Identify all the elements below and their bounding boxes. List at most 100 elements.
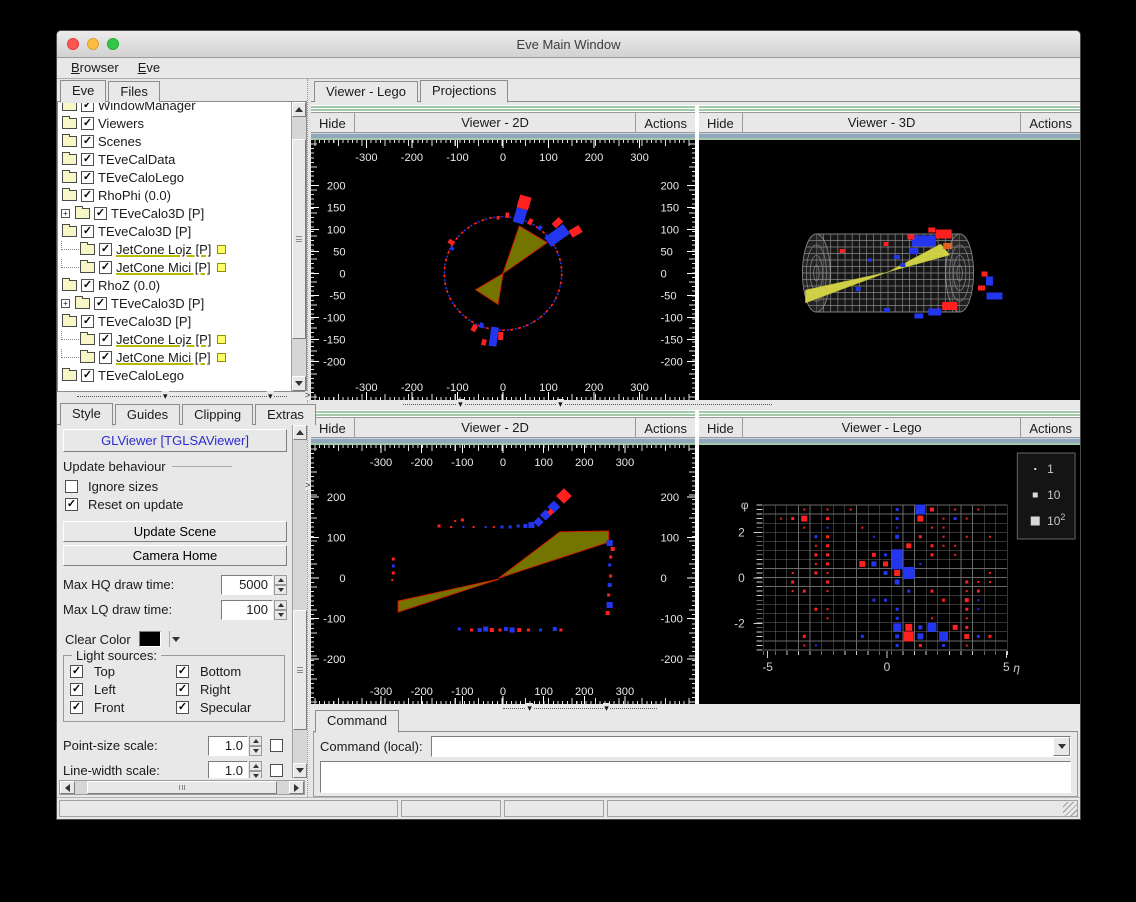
light-source-check[interactable]: ✓Bottom — [176, 664, 278, 679]
tree-item[interactable]: ✓RhoPhi (0.0) — [61, 186, 291, 204]
number-field[interactable]: 1.0 — [208, 736, 248, 756]
actions-button[interactable]: Actions — [635, 418, 695, 437]
gl-viewport[interactable]: -300-300-200-200-100-1000010010020020030… — [311, 140, 695, 400]
gl-viewport[interactable] — [699, 140, 1080, 400]
expand-icon[interactable]: + — [61, 209, 70, 218]
tree-item[interactable]: ✓TEveCalo3D [P] — [61, 222, 291, 240]
tree-scrollbar[interactable] — [291, 102, 306, 391]
checkbox[interactable]: ✓ — [81, 135, 94, 148]
tab-viewer-lego[interactable]: Viewer - Lego — [314, 81, 418, 102]
scroll-up-icon[interactable] — [293, 425, 307, 440]
minimize-button[interactable] — [87, 38, 99, 50]
hide-button[interactable]: Hide — [699, 418, 743, 437]
checkbox[interactable]: ✓ — [81, 225, 94, 238]
update-scene-button[interactable]: Update Scene — [63, 521, 287, 542]
number-field[interactable]: 1.0 — [208, 761, 248, 779]
tab-guides[interactable]: Guides — [115, 404, 180, 425]
tree-item[interactable]: ✓JetCone Lojz [P] — [61, 330, 291, 348]
tree-item[interactable]: ✓TEveCaloLego — [61, 168, 291, 186]
spin-up-icon[interactable] — [249, 736, 262, 746]
checkbox[interactable]: ✓ — [176, 665, 189, 678]
spin-down-icon[interactable] — [274, 585, 287, 595]
checkbox[interactable]: ✓ — [176, 701, 189, 714]
spinner-buttons[interactable] — [274, 575, 287, 595]
checkbox[interactable]: ✓ — [81, 171, 94, 184]
tree-item[interactable]: ✓RhoZ (0.0) — [61, 276, 291, 294]
checkbox[interactable]: ✓ — [81, 315, 94, 328]
tree-item[interactable]: ✓Scenes — [61, 132, 291, 150]
checkbox[interactable]: ✓ — [81, 117, 94, 130]
checkbox[interactable]: ✓ — [81, 102, 94, 112]
splitter-chevron-icon[interactable]: > — [305, 481, 310, 490]
zoom-button[interactable] — [107, 38, 119, 50]
checkbox[interactable]: ✓ — [99, 351, 112, 364]
tree-item[interactable]: +✓TEveCalo3D [P] — [61, 204, 291, 222]
checkbox[interactable]: ✓ — [70, 665, 83, 678]
checkbox[interactable]: ✓ — [81, 189, 94, 202]
tab-command[interactable]: Command — [315, 710, 399, 733]
checkbox[interactable] — [270, 739, 283, 752]
tree-item[interactable]: ✓JetCone Mici [P] — [61, 348, 291, 366]
light-source-check[interactable]: ✓Right — [176, 682, 278, 697]
pack-handle[interactable] — [311, 410, 695, 417]
actions-button[interactable]: Actions — [1020, 418, 1080, 437]
tab-files[interactable]: Files — [108, 81, 159, 102]
tree-item[interactable]: +✓TEveCalo3D [P] — [61, 294, 291, 312]
scroll-right-icon[interactable] — [289, 781, 304, 794]
hide-button[interactable]: Hide — [311, 113, 355, 132]
pack-handle[interactable] — [699, 105, 1080, 112]
camera-home-button[interactable]: Camera Home — [63, 545, 287, 566]
spin-down-icon[interactable] — [249, 771, 262, 779]
checkbox[interactable]: ✓ — [99, 243, 112, 256]
actions-button[interactable]: Actions — [635, 113, 695, 132]
scroll-left-icon[interactable] — [60, 781, 75, 794]
resize-grip[interactable] — [1063, 802, 1077, 816]
render-state-tag[interactable] — [217, 263, 226, 272]
splitter-chevron-icon[interactable]: > — [305, 391, 310, 400]
spin-down-icon[interactable] — [249, 746, 262, 756]
checkbox[interactable]: ✓ — [65, 498, 78, 511]
tab-eve[interactable]: Eve — [60, 80, 106, 103]
check-reset-on-update[interactable]: ✓ Reset on update — [65, 496, 287, 513]
check-ignore-sizes[interactable]: Ignore sizes — [65, 478, 287, 495]
actions-button[interactable]: Actions — [1020, 113, 1080, 132]
command-output[interactable] — [320, 761, 1071, 793]
combo-dropdown-icon[interactable] — [1053, 737, 1070, 756]
row-splitter[interactable]: ▾ ▾ — [311, 400, 1080, 410]
spin-up-icon[interactable] — [249, 761, 262, 771]
light-source-check[interactable]: ✓Front — [70, 700, 172, 715]
gl-viewport[interactable]: -300-300-200-200-100-1000010010020020030… — [311, 445, 695, 704]
tree-item[interactable]: ✓JetCone Lojz [P] — [61, 240, 291, 258]
scroll-up-icon[interactable] — [292, 102, 306, 117]
light-source-check[interactable]: ✓Top — [70, 664, 172, 679]
checkbox[interactable]: ✓ — [94, 297, 107, 310]
tree-item[interactable]: ✓JetCone Mici [P] — [61, 258, 291, 276]
glviewer-link[interactable]: GLViewer [TGLSAViewer] — [63, 429, 287, 452]
checkbox[interactable]: ✓ — [81, 369, 94, 382]
scroll-down-icon[interactable] — [293, 763, 307, 778]
expand-icon[interactable]: + — [61, 299, 70, 308]
gl-viewport[interactable]: 20-2-505φη110102 — [699, 445, 1080, 704]
light-source-check[interactable]: ✓Left — [70, 682, 172, 697]
panel-splitter[interactable]: > > — [307, 79, 311, 797]
command-splitter[interactable]: ▾ ▾ — [311, 704, 1080, 712]
tree-item[interactable]: ✓Viewers — [61, 114, 291, 132]
menu-eve[interactable]: Eve — [132, 59, 171, 77]
close-button[interactable] — [67, 38, 79, 50]
render-state-tag[interactable] — [217, 245, 226, 254]
spinner-buttons[interactable] — [249, 761, 262, 779]
checkbox[interactable] — [270, 764, 283, 777]
menu-browser[interactable]: Browser — [65, 59, 130, 77]
tree-item[interactable]: ✓TEveCalo3D [P] — [61, 312, 291, 330]
render-state-tag[interactable] — [217, 353, 226, 362]
scroll-down-icon[interactable] — [292, 376, 306, 391]
checkbox[interactable]: ✓ — [81, 279, 94, 292]
checkbox[interactable]: ✓ — [70, 683, 83, 696]
command-input[interactable] — [432, 737, 1053, 756]
render-state-tag[interactable] — [217, 335, 226, 344]
hide-button[interactable]: Hide — [699, 113, 743, 132]
tree-item[interactable]: ✓TEveCalData — [61, 150, 291, 168]
tree-item[interactable]: ✓TEveCaloLego — [61, 366, 291, 384]
number-field[interactable]: 100 — [221, 600, 273, 620]
command-combobox[interactable] — [431, 736, 1071, 757]
